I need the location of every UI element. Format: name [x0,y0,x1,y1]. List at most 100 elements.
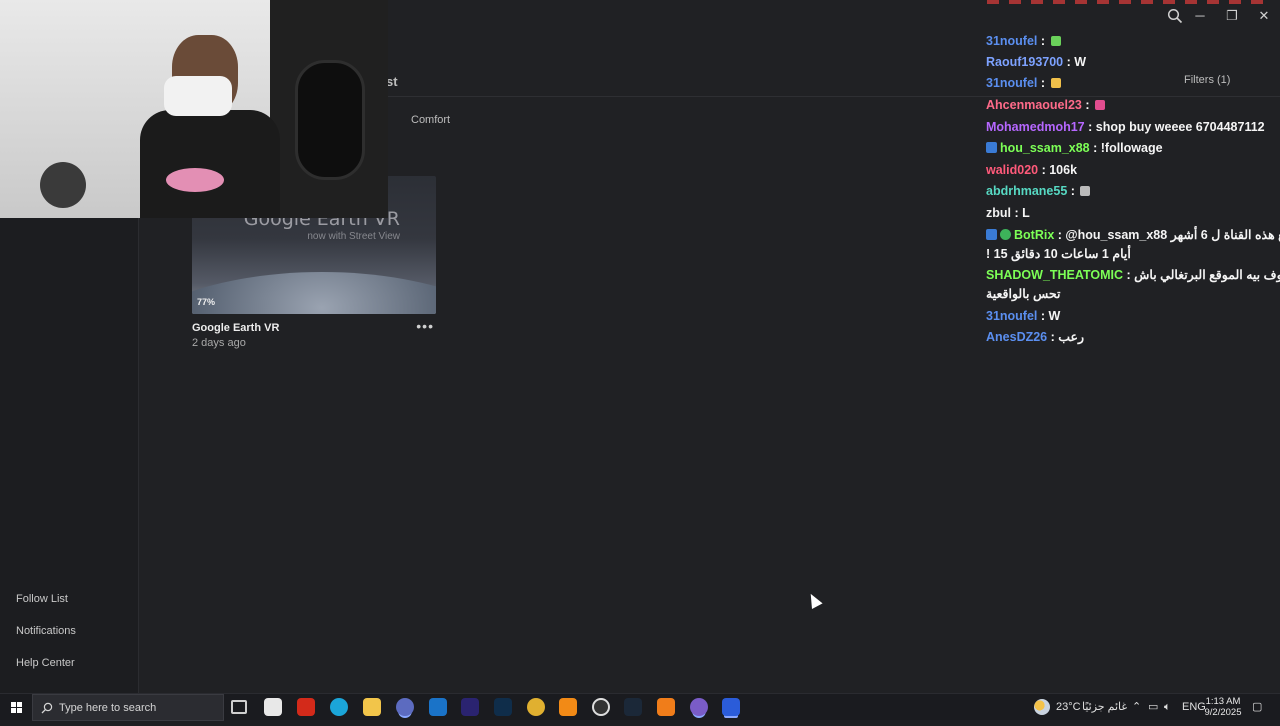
chat-message: Raouf193700 : W [986,54,1086,70]
webcam-motorcycle [295,60,365,180]
volume-icon[interactable]: 🔈︎ [1164,694,1171,721]
chat-overflow-emotes [987,0,1267,4]
chrome-icon[interactable] [527,698,545,716]
edge-browser-icon[interactable] [330,698,348,716]
premiere-pro-icon[interactable] [461,698,479,716]
moderator-badge-icon [986,229,997,240]
tab-comfort[interactable]: Comfort [411,114,450,126]
chat-username[interactable]: SHADOW_THEATOMIC [986,268,1123,282]
weather-description[interactable]: غائم جزئيًا [1082,694,1127,721]
chat-message: abdrhmane55 : [986,183,1091,199]
chat-message-text: تحس بالواقعية [986,287,1061,301]
chat-separator: : [1063,55,1075,69]
chat-emote-icon [1050,36,1061,46]
chat-username[interactable]: AnesDZ26 [986,330,1047,344]
sidebar-item-help-center[interactable]: Help Center [16,647,76,679]
chat-message-text: رعب [1058,330,1085,344]
weather-icon[interactable] [1034,699,1050,715]
chat-message: ! 15 أيام 1 ساعات 10 دقائق [986,246,1131,262]
taskbar-search-box[interactable]: Type here to search [32,694,224,721]
fl-studio-icon[interactable] [559,698,577,716]
app-icon[interactable] [396,698,414,716]
obs-icon[interactable] [592,698,610,716]
chat-message: AnesDZ26 : رعب [986,329,1084,345]
thumbnail-subtitle: now with Street View [307,231,400,242]
earth-horizon-image [192,272,436,314]
chat-emote-icon [1080,186,1091,196]
chat-message-text: L [1022,206,1030,220]
webcam-microphone [40,162,86,208]
chat-message-text: shop buy weeee 6704487112 [1095,120,1265,134]
notifications-icon[interactable]: ▢ [1252,694,1262,721]
steam-icon[interactable] [624,698,642,716]
taskbar-clock[interactable]: 1:13 AM 9/2/2025 [1196,696,1250,718]
chat-username[interactable]: 31noufel [986,76,1037,90]
app-timestamp: 2 days ago [192,337,246,349]
chat-separator: : [1054,228,1066,242]
clock-date: 9/2/2025 [1204,707,1242,718]
task-view-icon[interactable] [231,700,247,714]
weather-temperature[interactable]: 23°C [1056,694,1081,721]
search-icon[interactable] [1167,8,1183,24]
chat-message-text: شوف بيه الموقع البرتغالي باش [1134,268,1280,282]
start-button[interactable] [0,694,32,721]
chat-username[interactable]: BotRix [1014,228,1054,242]
chat-message: Mohamedmoh17 : shop buy weeee 6704487112 [986,119,1265,135]
sidebar-item-follow-list[interactable]: Follow List [16,583,76,615]
chat-username[interactable]: Ahcenmaouel23 [986,98,1082,112]
chat-username[interactable]: zbul [986,206,1011,220]
search-icon [41,702,53,714]
chat-username[interactable]: 31noufel [986,34,1037,48]
filters-button[interactable]: Filters (1) [1184,74,1230,86]
file-explorer-icon[interactable] [363,698,381,716]
webcam-person-body [140,110,280,218]
taskbar: Type here to search 23°C غائم جزئيًا ⌃ ▭… [0,693,1280,721]
chat-separator: : [1011,206,1023,220]
chat-message: 31noufel : [986,75,1061,91]
chat-username[interactable]: walid020 [986,163,1038,177]
chat-separator: : [1037,76,1049,90]
chat-separator: : [1067,184,1079,198]
chat-message-text: W [1048,309,1061,323]
chat-emote-icon [1094,100,1105,110]
chat-separator: : [1037,309,1049,323]
microsoft-store-icon[interactable] [264,698,282,716]
chat-separator: : [1084,120,1096,134]
close-icon[interactable]: ✕ [1254,8,1274,24]
chat-separator: : [1123,268,1135,282]
chat-username[interactable]: abdrhmane55 [986,184,1067,198]
chat-emote-icon [1050,78,1061,88]
chat-message-text: !followage [1100,141,1163,155]
meta-quest-icon[interactable] [722,698,740,716]
adobe-illustrator-icon[interactable] [297,698,315,716]
chat-separator: : [1038,163,1050,177]
network-icon[interactable]: ▭ [1148,694,1158,721]
chat-message: تحس بالواقعية [986,286,1060,302]
tray-chevron-up-icon[interactable]: ⌃ [1132,694,1141,721]
chat-username[interactable]: hou_ssam_x88 [1000,141,1090,155]
restore-icon[interactable]: ❐ [1222,8,1242,24]
photoshop-icon[interactable] [494,698,512,716]
sidebar-bottom-links: Follow List Notifications Help Center [16,583,76,679]
chat-username[interactable]: 31noufel [986,309,1037,323]
taskbar-search-placeholder: Type here to search [59,702,157,714]
game-launcher-icon[interactable] [657,698,675,716]
chat-separator: : [1047,330,1059,344]
shirt-logo [166,168,224,192]
chat-username[interactable]: Mohamedmoh17 [986,120,1085,134]
windows-icon [11,702,22,713]
app-title[interactable]: Google Earth VR [192,322,436,334]
chat-username[interactable]: Raouf193700 [986,55,1063,69]
chat-message-text: @hou_ssam_x88 يتابع هذه القناة ل 6 أشهر [1065,228,1280,242]
chat-app-icon[interactable] [690,698,708,716]
clock-time: 1:13 AM [1205,696,1241,707]
verified-badge-icon [1000,229,1011,240]
outlook-icon[interactable] [429,698,447,716]
chat-message: zbul : L [986,205,1030,221]
more-options-icon[interactable]: ••• [416,318,434,334]
sidebar-item-notifications[interactable]: Notifications [16,615,76,647]
chat-separator: : [1089,141,1101,155]
chat-separator: : [1037,34,1049,48]
minimize-icon[interactable]: ─ [1190,8,1210,24]
chat-message: 31noufel : [986,33,1061,49]
